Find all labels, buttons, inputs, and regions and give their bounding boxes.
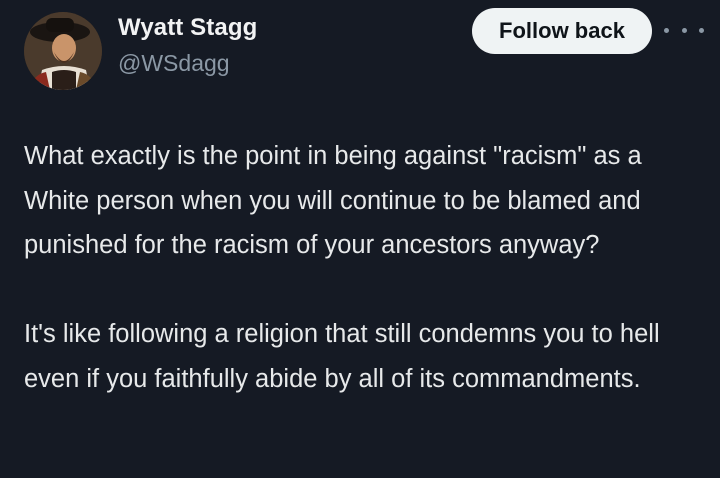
author-display-name[interactable]: Wyatt Stagg [118,14,257,42]
dot-icon [699,27,704,33]
dot-icon [664,27,669,33]
more-horizontal-icon[interactable] [664,18,704,42]
dot-icon [681,27,687,33]
avatar-portrait-image [24,12,102,90]
tweet-text: What exactly is the point in being again… [24,134,704,401]
avatar[interactable] [24,12,102,90]
tweet-paragraph: It's like following a religion that stil… [24,320,660,393]
tweet-card: Wyatt Stagg @WSdagg Follow back What exa… [0,0,720,478]
follow-back-button[interactable]: Follow back [472,8,652,54]
tweet-paragraph: What exactly is the point in being again… [24,142,642,259]
author-handle[interactable]: @WSdagg [118,50,230,77]
